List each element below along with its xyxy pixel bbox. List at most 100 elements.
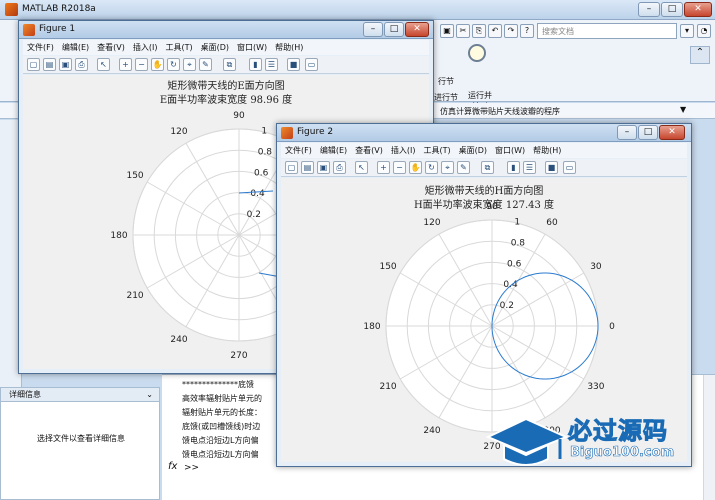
polar-angle-label: 330 xyxy=(587,382,604,392)
notification-icon[interactable]: ◔ xyxy=(697,24,711,38)
menu-window[interactable]: 窗口(W) xyxy=(491,143,529,158)
run-section-label[interactable]: 行节 xyxy=(438,76,454,87)
polar-radial-label: 1 xyxy=(261,127,267,137)
details-panel: 详细信息 ⌄ 选择文件以查看详细信息 xyxy=(0,387,160,500)
matlab-title-bar: MATLAB R2018a – □ ✕ xyxy=(0,0,715,20)
brush-icon[interactable]: ✎ xyxy=(457,161,470,174)
open-icon[interactable]: ▤ xyxy=(43,58,56,71)
polar-radial-label: 0.4 xyxy=(250,189,265,199)
figure-2-title-bar: Figure 2 – □ ✕ xyxy=(277,124,691,142)
pointer-icon[interactable]: ↖ xyxy=(355,161,368,174)
help-icon[interactable]: ? xyxy=(520,24,534,38)
run-and-time-label-1[interactable]: 运行并 xyxy=(460,90,500,101)
colorbar-icon[interactable]: ▮ xyxy=(249,58,262,71)
menu-insert[interactable]: 插入(I) xyxy=(387,143,420,158)
polar-angle-label: 90 xyxy=(486,202,498,212)
redo-icon[interactable]: ↷ xyxy=(504,24,518,38)
polar-radial-label: 0.6 xyxy=(254,168,269,178)
save-icon[interactable]: ▣ xyxy=(440,24,454,38)
maximize-button[interactable]: □ xyxy=(638,125,658,140)
rotate-icon[interactable]: ↻ xyxy=(425,161,438,174)
advance-label[interactable]: 进行节 xyxy=(434,92,458,103)
menu-file[interactable]: 文件(F) xyxy=(23,40,58,55)
menu-view[interactable]: 查看(V) xyxy=(93,40,129,55)
command-output-line: 辐射贴片单元的长度： xyxy=(182,408,262,417)
undo-icon[interactable]: ↶ xyxy=(488,24,502,38)
polar-radial-label: 0.2 xyxy=(247,210,261,220)
hide-tools-icon[interactable]: ■ xyxy=(545,161,558,174)
polar-radial-label: 0.8 xyxy=(511,238,526,248)
rotate-icon[interactable]: ↻ xyxy=(167,58,180,71)
figure-2-menubar: 文件(F) 编辑(E) 查看(V) 插入(I) 工具(T) 桌面(D) 窗口(W) 帮助(H) xyxy=(281,143,687,158)
legend-icon[interactable]: ☰ xyxy=(265,58,278,71)
hide-tools-icon[interactable]: ■ xyxy=(287,58,300,71)
menu-help[interactable]: 帮助(H) xyxy=(529,143,565,158)
maximize-button[interactable]: □ xyxy=(384,22,404,37)
polar-angle-label: 210 xyxy=(379,382,396,392)
menu-desktop[interactable]: 桌面(D) xyxy=(197,40,233,55)
pan-icon[interactable]: ✋ xyxy=(409,161,422,174)
minimize-button[interactable]: – xyxy=(363,22,383,37)
watermark: 必过源码 Biguo100.com xyxy=(480,405,715,480)
copy-icon[interactable]: ⎘ xyxy=(472,24,486,38)
minimize-button[interactable]: – xyxy=(617,125,637,140)
show-tools-icon[interactable]: ▭ xyxy=(563,161,576,174)
close-button[interactable]: ✕ xyxy=(405,22,429,37)
menu-window[interactable]: 窗口(W) xyxy=(233,40,271,55)
figure-icon xyxy=(281,127,293,139)
zoom-in-icon[interactable]: + xyxy=(119,58,132,71)
menu-desktop[interactable]: 桌面(D) xyxy=(455,143,491,158)
ribbon-expand-icon[interactable]: ⌃ xyxy=(690,46,710,64)
link-icon[interactable]: ⧉ xyxy=(223,58,236,71)
stopwatch-icon[interactable] xyxy=(468,44,486,62)
current-file-path[interactable]: 仿真计算微带贴片天线波瓣的程序 xyxy=(440,106,560,117)
command-prompt[interactable]: >> xyxy=(184,463,199,473)
new-figure-icon[interactable]: ▢ xyxy=(27,58,40,71)
command-output-line: 高效率辐射贴片单元的 xyxy=(182,394,262,403)
save-icon[interactable]: ▣ xyxy=(317,161,330,174)
data-cursor-icon[interactable]: ⌖ xyxy=(183,58,196,71)
brush-icon[interactable]: ✎ xyxy=(199,58,212,71)
filter-icon[interactable]: ▾ xyxy=(680,24,694,38)
colorbar-icon[interactable]: ▮ xyxy=(507,161,520,174)
close-button[interactable]: ✕ xyxy=(659,125,685,140)
cut-icon[interactable]: ✂ xyxy=(456,24,470,38)
menu-file[interactable]: 文件(F) xyxy=(281,143,316,158)
legend-icon[interactable]: ☰ xyxy=(523,161,536,174)
chevron-down-icon[interactable]: ⌄ xyxy=(146,390,153,399)
polar-angle-label: 210 xyxy=(126,291,143,301)
zoom-out-icon[interactable]: − xyxy=(135,58,148,71)
link-icon[interactable]: ⧉ xyxy=(481,161,494,174)
figure-2-toolbar: ▢ ▤ ▣ ⎙ ↖ + − ✋ ↻ ⌖ ✎ ⧉ ▮ ☰ ■ ▭ xyxy=(281,159,687,177)
polar-angle-label: 150 xyxy=(126,171,143,181)
zoom-in-icon[interactable]: + xyxy=(377,161,390,174)
menu-insert[interactable]: 插入(I) xyxy=(129,40,162,55)
menu-edit[interactable]: 编辑(E) xyxy=(316,143,351,158)
zoom-out-icon[interactable]: − xyxy=(393,161,406,174)
menu-edit[interactable]: 编辑(E) xyxy=(58,40,93,55)
close-button[interactable]: ✕ xyxy=(684,2,712,17)
menu-help[interactable]: 帮助(H) xyxy=(271,40,307,55)
menu-tools[interactable]: 工具(T) xyxy=(161,40,196,55)
pointer-icon[interactable]: ↖ xyxy=(97,58,110,71)
menu-view[interactable]: 查看(V) xyxy=(351,143,387,158)
save-icon[interactable]: ▣ xyxy=(59,58,72,71)
show-tools-icon[interactable]: ▭ xyxy=(305,58,318,71)
pan-icon[interactable]: ✋ xyxy=(151,58,164,71)
data-cursor-icon[interactable]: ⌖ xyxy=(441,161,454,174)
print-icon[interactable]: ⎙ xyxy=(75,58,88,71)
open-icon[interactable]: ▤ xyxy=(301,161,314,174)
search-docs-input[interactable]: 搜索文档 xyxy=(537,23,677,39)
command-output-line: **************底馈 xyxy=(182,380,254,389)
menu-tools[interactable]: 工具(T) xyxy=(419,143,454,158)
polar-radial-label: 0.2 xyxy=(500,301,514,311)
new-figure-icon[interactable]: ▢ xyxy=(285,161,298,174)
watermark-text: 必过源码 xyxy=(568,417,668,446)
maximize-button[interactable]: □ xyxy=(661,2,683,17)
watermark-url: Biguo100.com xyxy=(570,445,675,461)
minimize-button[interactable]: – xyxy=(638,2,660,17)
chevron-down-icon[interactable]: ▼ xyxy=(680,105,686,114)
matlab-logo-icon xyxy=(5,3,18,16)
function-browser-icon[interactable]: fx xyxy=(168,461,177,472)
print-icon[interactable]: ⎙ xyxy=(333,161,346,174)
